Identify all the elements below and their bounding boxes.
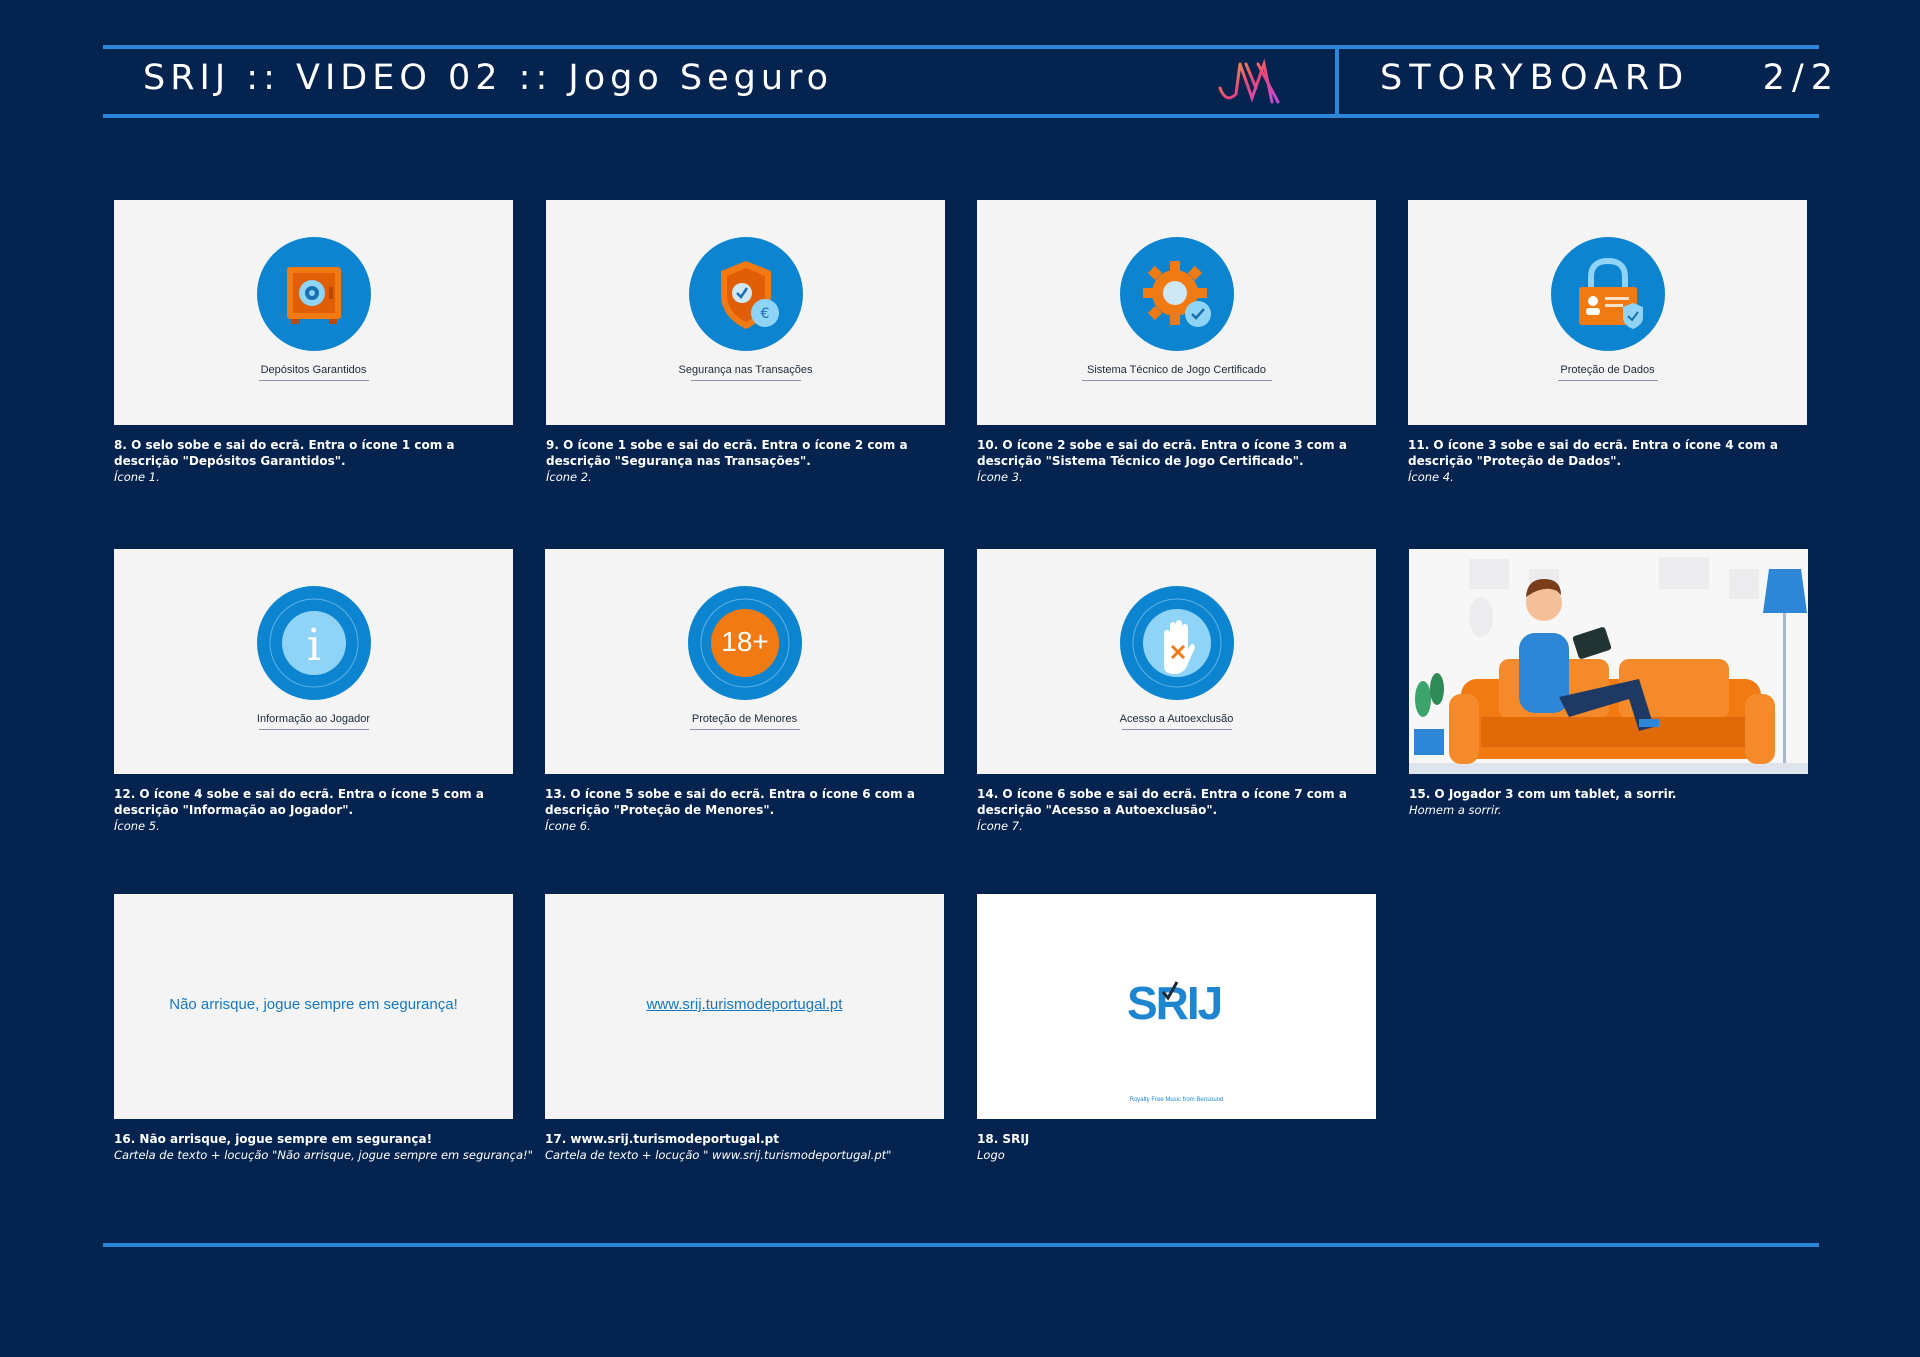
header-separator [1335, 48, 1339, 118]
man-on-sofa-illustration [1409, 557, 1808, 774]
document-title: SRIJ :: VIDEO 02 :: Jogo Seguro [143, 58, 834, 98]
frame-11-panel: Proteção de Dados [1408, 200, 1807, 425]
shield-euro-icon: € [689, 237, 803, 351]
frame-11-caption: 11. O ícone 3 sobe e sai do ecrã. Entra … [1408, 438, 1778, 484]
gear-check-icon [1120, 237, 1234, 351]
frame-15-caption: 15. O Jogador 3 com um tablet, a sorrir.… [1409, 787, 1677, 817]
page-indicator: 2/2 [1762, 58, 1840, 98]
header-bottom-line [103, 114, 1819, 118]
label-underline [691, 380, 801, 381]
frame-12-caption: 12. O ícone 4 sobe e sai do ecrã. Entra … [114, 787, 484, 833]
frame-14-caption: 14. O ícone 6 sobe e sai do ecrã. Entra … [977, 787, 1347, 833]
frame-12-panel: i Informação ao Jogador [114, 549, 513, 774]
hand-stop-icon [1120, 586, 1234, 700]
frame-16-caption: 16. Não arrisque, jogue sempre em segura… [114, 1132, 533, 1162]
lock-id-icon [1551, 237, 1665, 351]
label-underline [259, 729, 369, 730]
frame-18-panel: SRIJ Royalty Free Music from Bensound [977, 894, 1376, 1119]
age-badge: 18+ [721, 626, 769, 657]
info-icon: i [257, 586, 371, 700]
frame-label: Proteção de Dados [1560, 364, 1655, 376]
website-link[interactable]: www.srij.turismodeportugal.pt [545, 996, 944, 1013]
frame-9-panel: € Segurança nas Transações [546, 200, 945, 425]
frame-16-panel: Não arrisque, jogue sempre em segurança! [114, 894, 513, 1119]
svg-text:i: i [307, 620, 321, 671]
frame-14-panel: Acesso a Autoexclusão [977, 549, 1376, 774]
frame-13-panel: 18+ Proteção de Menores [545, 549, 944, 774]
frame-10-panel: Sistema Técnico de Jogo Certificado [977, 200, 1376, 425]
age-18-icon: 18+ [688, 586, 802, 700]
storyboard-label: STORYBOARD 2/2 [1380, 58, 1840, 98]
frame-17-panel: www.srij.turismodeportugal.pt [545, 894, 944, 1119]
header-top-line [103, 45, 1819, 49]
label-underline [1122, 729, 1232, 730]
svg-text:€: € [761, 306, 770, 322]
safe-icon [257, 237, 371, 351]
frame-label: Informação ao Jogador [256, 713, 371, 725]
label-underline [690, 729, 800, 730]
frame-label: Sistema Técnico de Jogo Certificado [1087, 364, 1266, 376]
frame-13-caption: 13. O ícone 5 sobe e sai do ecrã. Entra … [545, 787, 915, 833]
frame-label: Acesso a Autoexclusão [1119, 713, 1234, 725]
frame-8-panel: Depósitos Garantidos [114, 200, 513, 425]
frame-10-caption: 10. O ícone 2 sobe e sai do ecrã. Entra … [977, 438, 1347, 484]
frame-label: Proteção de Menores [691, 713, 798, 725]
frame-9-caption: 9. O ícone 1 sobe e sai do ecrã. Entra o… [546, 438, 908, 484]
frame-8-caption: 8. O selo sobe e sai do ecrã. Entra o íc… [114, 438, 455, 484]
frame-18-caption: 18. SRIJ Logo [977, 1132, 1030, 1162]
check-mark-icon [1161, 981, 1179, 1001]
label-underline [1558, 380, 1658, 381]
label-underline [1082, 380, 1272, 381]
frame-17-caption: 17. www.srij.turismodeportugal.pt Cartel… [545, 1132, 892, 1162]
frame-label: Depósitos Garantidos [260, 364, 367, 376]
jm-logo [1216, 58, 1288, 108]
frame-15-panel [1409, 549, 1808, 774]
slogan-text: Não arrisque, jogue sempre em segurança! [169, 996, 458, 1013]
frame-label: Segurança nas Transações [678, 364, 813, 376]
label-underline [259, 380, 369, 381]
royalty-credit: Royalty Free Music from Bensound [1129, 1097, 1224, 1103]
footer-line [103, 1243, 1819, 1247]
